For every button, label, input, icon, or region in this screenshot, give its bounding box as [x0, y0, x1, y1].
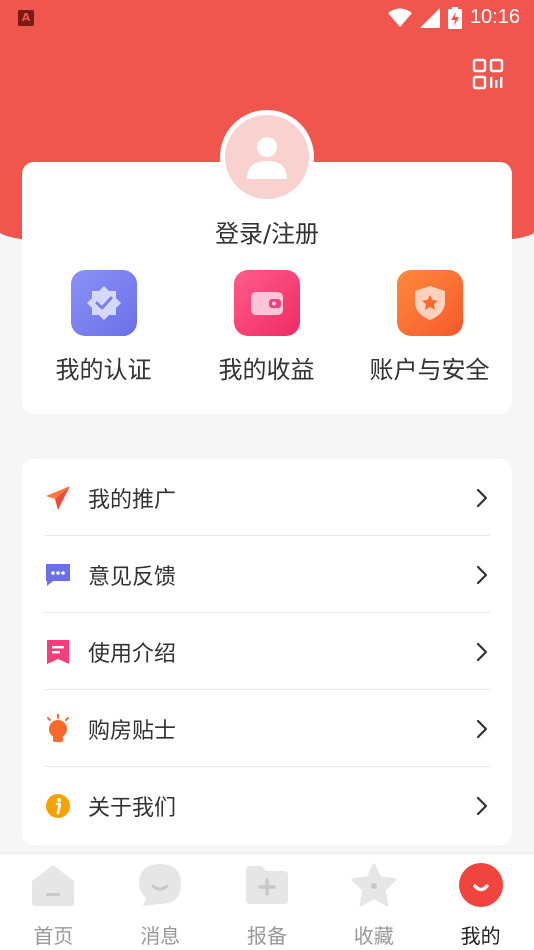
- home-icon: [30, 862, 76, 908]
- menu-item-my-promotion[interactable]: 我的推广: [44, 459, 490, 536]
- chevron-right-icon: [476, 796, 488, 815]
- menu-item-about-us[interactable]: 关于我们: [44, 767, 490, 844]
- menu-item-label: 使用介绍: [88, 641, 177, 667]
- menu-item-feedback[interactable]: 意见反馈: [44, 536, 490, 613]
- cellular-signal-icon: [419, 7, 440, 28]
- nav-label: 我的: [460, 924, 501, 948]
- avatar[interactable]: [220, 110, 314, 204]
- battery-charging-icon: [447, 6, 462, 29]
- wallet-icon: [233, 270, 300, 336]
- quick-action-label: 我的收益: [218, 356, 315, 384]
- nav-label: 消息: [140, 924, 181, 948]
- quick-actions: 我的认证 我的收益 账户与安全: [22, 270, 512, 385]
- quick-action-verification[interactable]: 我的认证: [22, 270, 185, 385]
- quick-action-label: 我的认证: [55, 356, 152, 384]
- shield-star-icon: [396, 270, 463, 336]
- quick-action-earnings[interactable]: 我的收益: [185, 270, 348, 385]
- wifi-icon: [387, 8, 412, 27]
- clock: 10:16: [469, 6, 520, 28]
- menu-item-introduction[interactable]: 使用介绍: [44, 613, 490, 690]
- bookmark-doc-icon: [44, 638, 72, 666]
- quick-action-label: 账户与安全: [369, 356, 490, 384]
- nav-tab-mine[interactable]: 我的: [427, 854, 534, 950]
- nav-tab-report[interactable]: 报备: [214, 854, 321, 950]
- chat-bubble-icon: [44, 561, 72, 589]
- profile-smile-icon: [458, 862, 504, 908]
- paper-plane-icon: [44, 484, 72, 512]
- nav-tab-messages[interactable]: 消息: [107, 854, 214, 950]
- lightbulb-icon: [44, 713, 72, 743]
- menu-item-label: 意见反馈: [88, 564, 177, 590]
- quick-action-account-security[interactable]: 账户与安全: [348, 270, 511, 385]
- nav-tab-home[interactable]: 首页: [0, 854, 107, 950]
- star-icon: [351, 862, 397, 908]
- menu-item-label: 关于我们: [88, 795, 177, 821]
- nav-label: 收藏: [353, 924, 394, 948]
- chevron-right-icon: [476, 565, 488, 584]
- nav-tab-favorites[interactable]: 收藏: [320, 854, 427, 950]
- menu-card: 我的推广 意见反馈 使用介绍 购房贴士 关于我们: [22, 459, 512, 845]
- menu-item-label: 购房贴士: [88, 718, 177, 744]
- status-bar: A 10:16: [0, 0, 534, 38]
- user-silhouette-icon: [247, 137, 287, 179]
- menu-item-home-buying-tips[interactable]: 购房贴士: [44, 690, 490, 767]
- chevron-right-icon: [476, 642, 488, 661]
- verified-badge-icon: [70, 270, 137, 336]
- chevron-right-icon: [476, 488, 488, 507]
- qr-scan-icon[interactable]: [472, 58, 504, 90]
- info-icon: [44, 792, 72, 820]
- bottom-navigation: 首页 消息 报备 收藏 我的: [0, 853, 534, 950]
- folder-add-icon: [244, 862, 290, 908]
- login-register-link[interactable]: 登录/注册: [22, 214, 512, 249]
- message-icon: [137, 862, 183, 908]
- chevron-right-icon: [476, 719, 488, 738]
- app-notification-icon: A: [18, 10, 34, 26]
- nav-label: 报备: [246, 924, 287, 948]
- menu-item-label: 我的推广: [88, 487, 177, 513]
- nav-label: 首页: [33, 924, 74, 948]
